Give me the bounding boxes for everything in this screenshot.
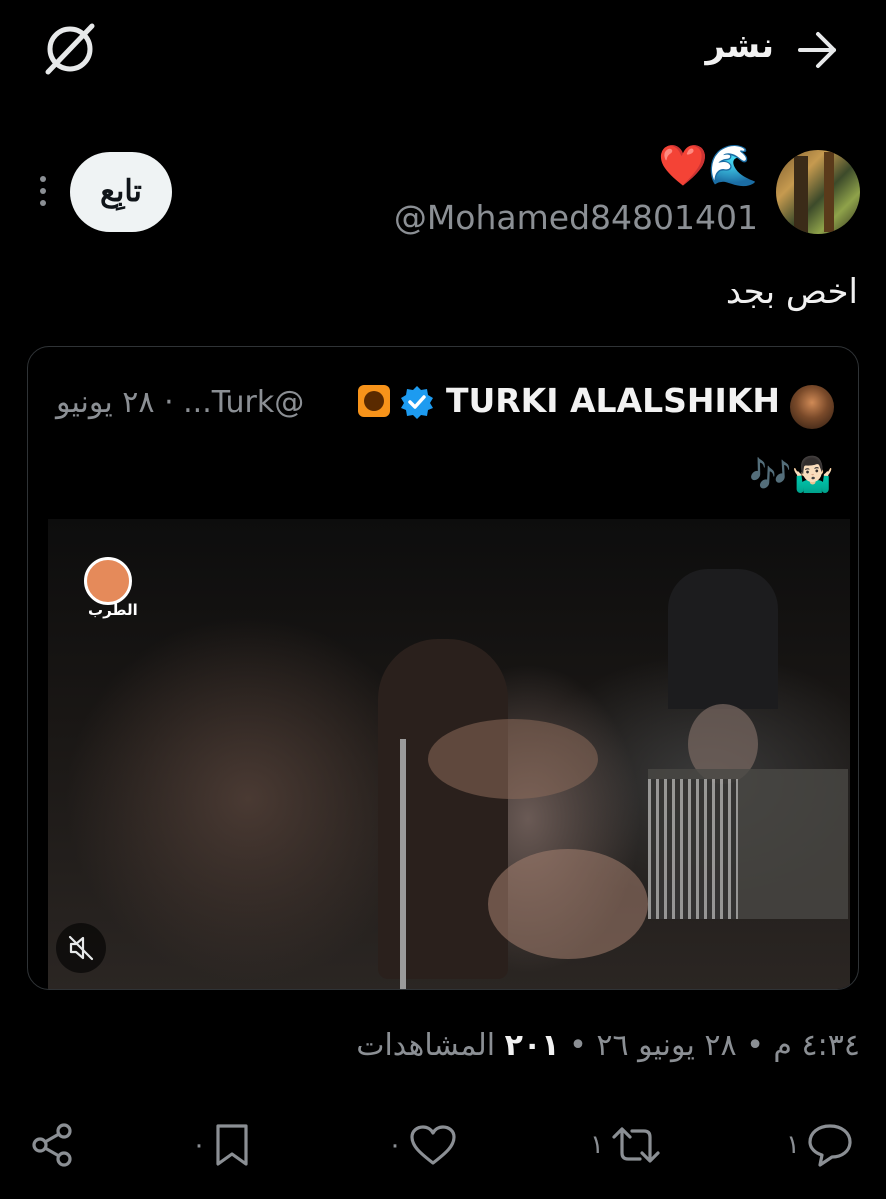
reply-button[interactable]: ١ [786,1120,854,1170]
post-text: اخص بجد [725,272,858,312]
channel-logo: الطرب [84,557,138,621]
quoted-tweet-card[interactable]: TURKI ALALSHIKH @Turk... · ٢٨ يونيو 🤷🏻‍♂… [27,346,859,990]
bookmark-icon [216,1124,248,1166]
quoted-handle-date: @Turk... · ٢٨ يونيو [56,385,305,420]
page-title: نشر [705,26,774,66]
like-button[interactable]: ٠ [388,1120,458,1170]
quoted-author-avatar[interactable] [790,385,834,429]
reply-count: ١ [786,1130,800,1160]
heart-icon [410,1125,456,1165]
retweet-icon [612,1127,660,1163]
affiliation-badge-icon [358,385,390,417]
post-datetime: ٤:٣٤ م • ٢٨ يونيو ٢٦ • [569,1028,860,1063]
post-metadata: ٤:٣٤ م • ٢٨ يونيو ٢٦ • ٢٠١ المشاهدات [356,1028,860,1063]
bookmark-button[interactable]: ٠ [192,1120,252,1170]
share-icon [32,1123,72,1167]
more-options-icon[interactable] [36,176,50,210]
video-player[interactable]: الطرب [48,519,850,989]
follow-button[interactable]: تابِع [70,152,172,232]
author-display-name[interactable]: ❤️🌊 [658,142,758,189]
mute-button[interactable] [56,923,106,973]
author-avatar[interactable] [776,150,860,234]
author-handle[interactable]: @Mohamed84801401 [394,198,758,237]
retweet-count: ١ [590,1130,604,1160]
top-bar: نشر [0,0,886,118]
speaker-muted-icon [68,935,94,961]
reply-icon [808,1124,852,1167]
x-logo-icon[interactable] [40,22,98,76]
like-count: ٠ [388,1130,402,1160]
retweet-button[interactable]: ١ [590,1120,662,1170]
bookmark-count: ٠ [192,1130,206,1160]
post-detail-screen: نشر ❤️🌊 @Mohamed84801401 تابِع اخص بجد T… [0,0,886,1199]
quoted-author-name: TURKI ALALSHIKH [445,381,780,420]
verified-badge-icon [401,386,433,419]
views-count: ٢٠١ [504,1028,560,1063]
quoted-tweet-text: 🤷🏻‍♂️🎶 [749,455,834,495]
share-button[interactable] [28,1120,76,1170]
views-label: المشاهدات [356,1028,496,1063]
back-arrow-icon[interactable] [794,28,840,72]
